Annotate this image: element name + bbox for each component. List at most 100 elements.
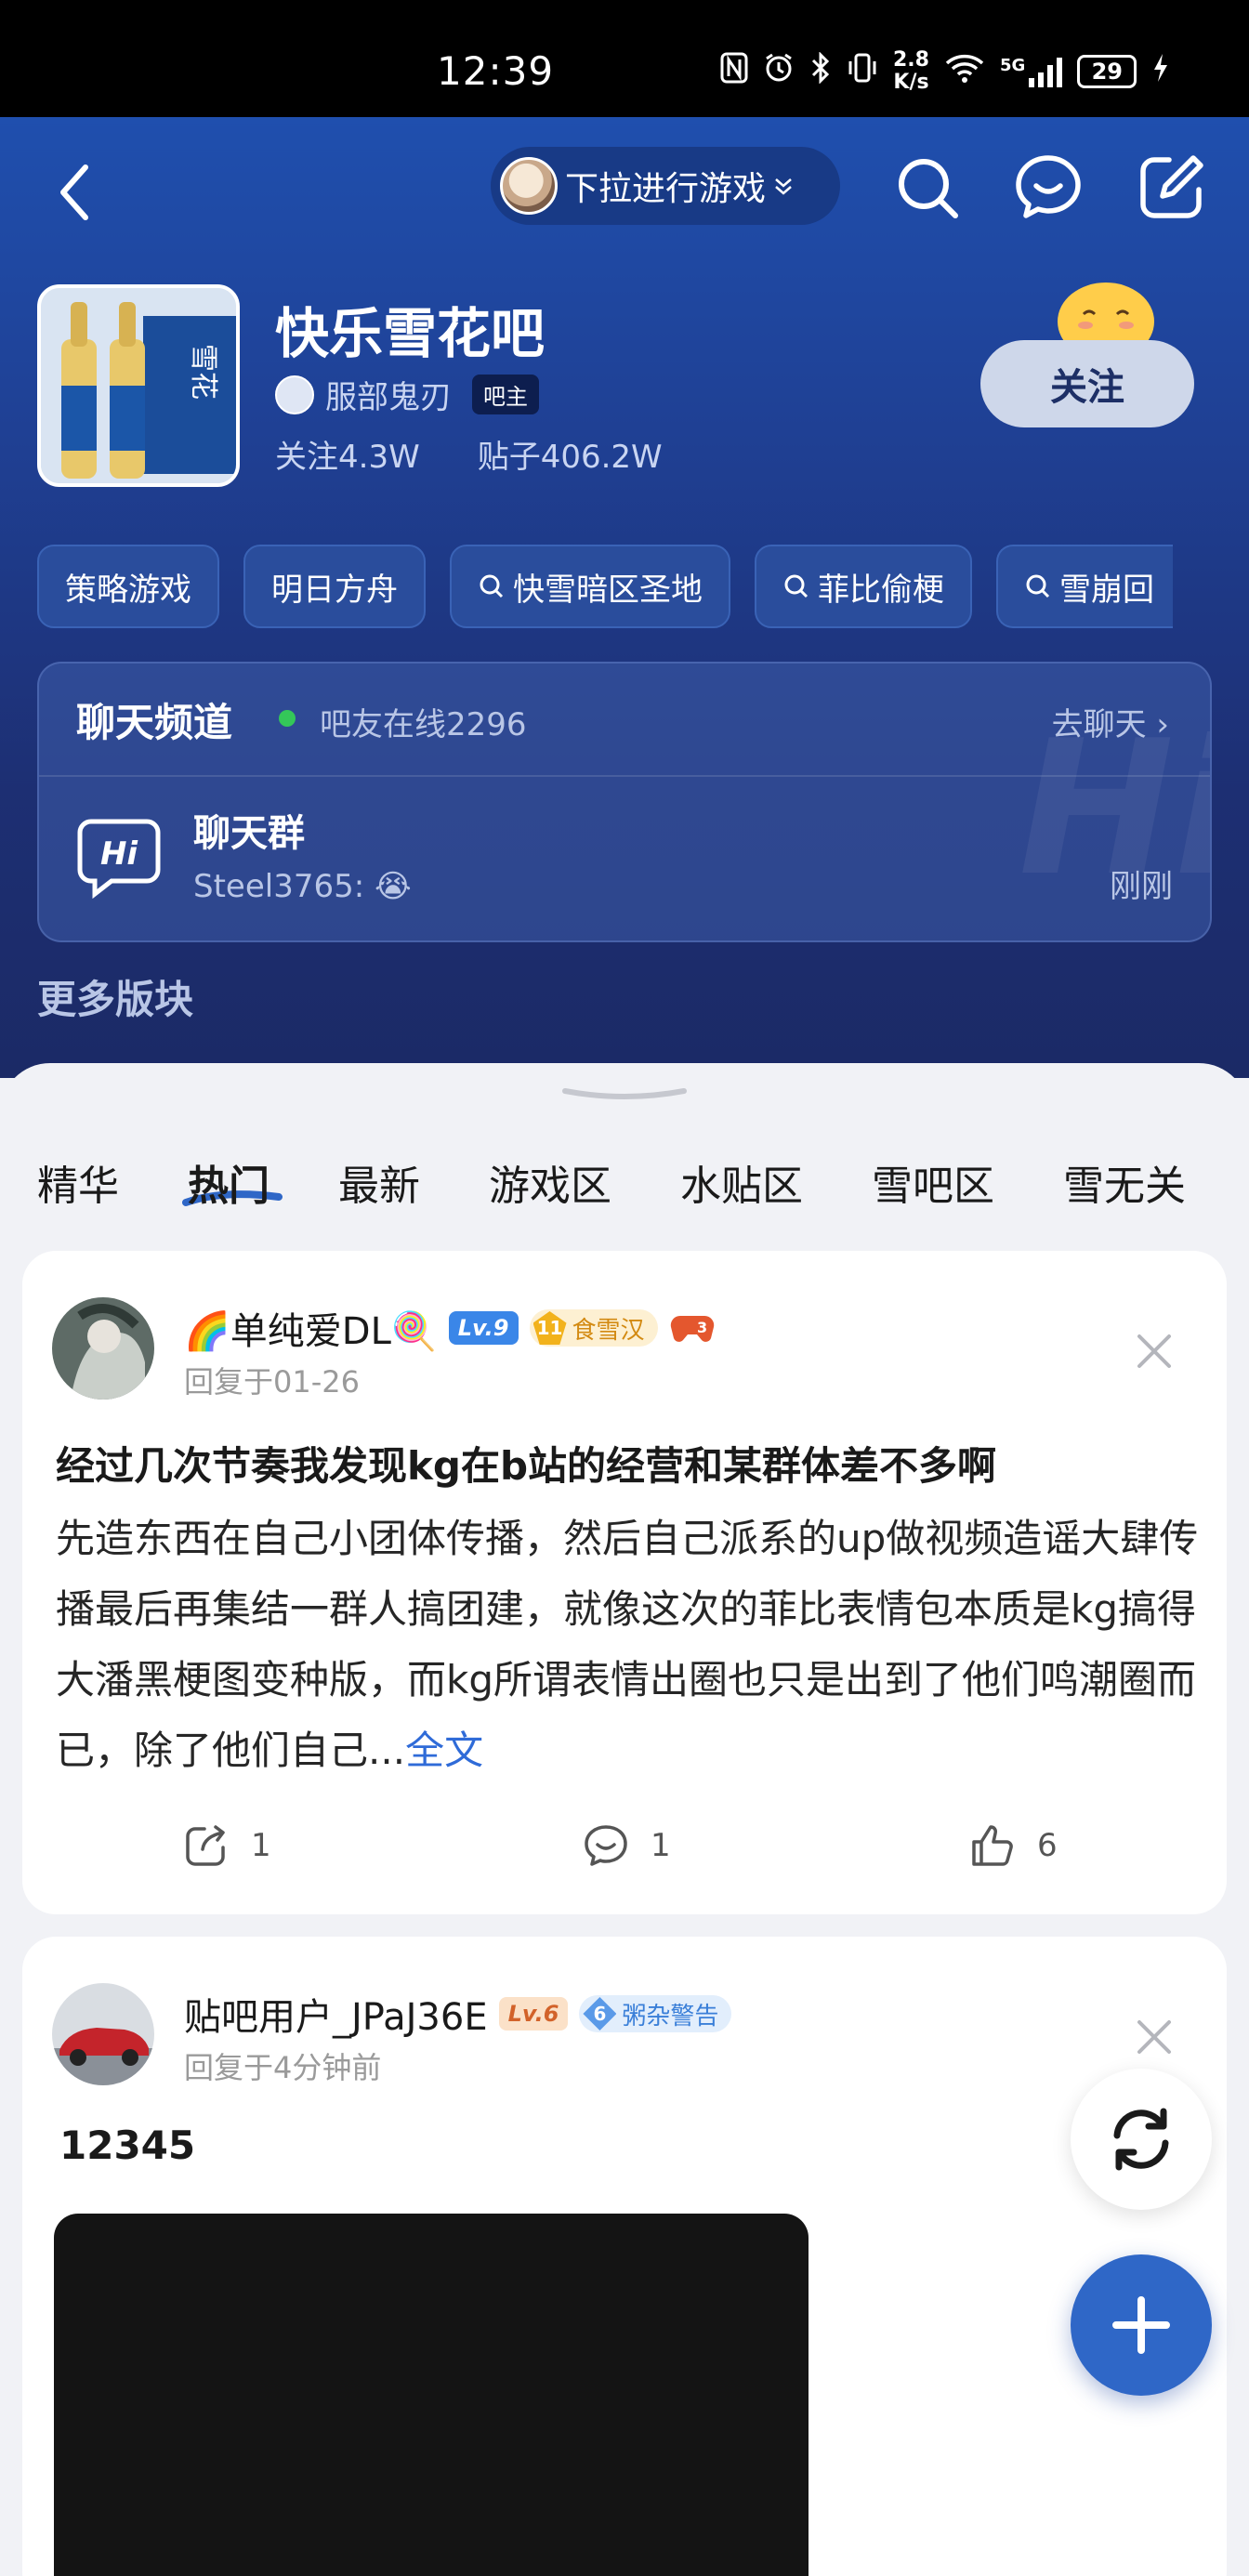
chevron-down-icon: [775, 178, 792, 195]
reply-time: 回复于4分钟前: [184, 2050, 382, 2085]
chat-group-name: 聊天群: [193, 812, 305, 855]
chat-group-icon: Hi: [77, 819, 161, 900]
follow-button[interactable]: 关注: [980, 340, 1194, 427]
search-icon: [784, 574, 809, 598]
share-icon: [186, 1825, 225, 1866]
tag-search-3[interactable]: 雪崩回: [996, 545, 1173, 628]
plus-icon: [1112, 2296, 1170, 2354]
search-icon: [899, 159, 958, 218]
net-speed-value: 2.8: [893, 48, 929, 72]
post-title[interactable]: 12345: [59, 2123, 195, 2168]
tag-label: 策略游戏: [65, 571, 191, 609]
refresh-button[interactable]: [1071, 2069, 1212, 2210]
chat-bubble-icon: [1016, 155, 1081, 218]
divider: [39, 775, 1210, 777]
chat-channel-title: 聊天频道: [76, 700, 233, 745]
search-button[interactable]: [892, 152, 963, 223]
avatar[interactable]: [52, 1297, 154, 1400]
new-post-button[interactable]: [1071, 2254, 1212, 2396]
chat-time: 刚刚: [1110, 868, 1173, 905]
forum-logo: 雪花: [37, 284, 240, 487]
share-count: 1: [251, 1827, 271, 1864]
chevron-left-icon: [60, 164, 88, 220]
drag-handle[interactable]: [561, 1087, 688, 1100]
compose-button[interactable]: [1136, 152, 1206, 223]
gamepad-icon: 3: [670, 1315, 714, 1342]
refresh-icon: [1113, 2108, 1169, 2171]
go-chat-link[interactable]: 去聊天 ›: [1052, 699, 1169, 744]
level-badge: Lv.6: [498, 1997, 569, 2031]
vibrate-icon: [847, 52, 878, 92]
edit-icon: [1140, 155, 1203, 218]
username[interactable]: 🌈单纯爱DL🍭: [184, 1301, 438, 1355]
close-icon[interactable]: [1134, 2017, 1175, 2057]
tab-game-zone[interactable]: 游戏区: [489, 1152, 611, 1212]
tab-snow-zone[interactable]: 雪吧区: [872, 1152, 994, 1212]
tab-hot[interactable]: 热门: [182, 1152, 283, 1212]
tab-unrelated[interactable]: 雪无关: [1063, 1152, 1186, 1212]
online-count: 吧友在线2296: [320, 706, 527, 743]
user-avatar-image: [52, 1983, 154, 2085]
post-video-thumbnail[interactable]: [54, 2214, 809, 2576]
post-author-row: 🌈单纯爱DL🍭 Lv.9 11 食雪汉 3: [184, 1301, 716, 1355]
owner-badge: 吧主: [472, 375, 539, 414]
battery-indicator: 29: [1077, 55, 1137, 88]
owner-avatar: [275, 375, 314, 414]
like-button[interactable]: 6: [968, 1821, 1058, 1870]
pull-to-play-game-pill[interactable]: 下拉进行游戏: [491, 147, 840, 225]
chat-channel-card[interactable]: Hi 聊天频道 吧友在线2296 去聊天 › Hi 聊天群 Steel3765:…: [37, 662, 1212, 942]
tag-search-1[interactable]: 快雪暗区圣地: [450, 545, 730, 628]
close-icon[interactable]: [1134, 1331, 1175, 1372]
game-pill-label: 下拉进行游戏: [565, 170, 767, 208]
forum-owner[interactable]: 服部鬼刃 吧主: [275, 372, 539, 417]
tag-search-2[interactable]: 菲比偷梗: [755, 545, 972, 628]
search-icon: [480, 574, 504, 598]
followers-count: 关注4.3W: [275, 439, 420, 476]
back-button[interactable]: [54, 160, 99, 225]
forum-title: 快乐雪花吧: [275, 302, 546, 365]
share-button[interactable]: 1: [182, 1821, 271, 1870]
clock: 12:39: [437, 48, 555, 94]
tag-label: 明日方舟: [271, 571, 398, 609]
post-body[interactable]: 先造东西在自己小团体传播，然后自己派系的up做视频造谣大肆传播最后再集结一群人搞…: [56, 1504, 1199, 1786]
honor-number: 6: [583, 1997, 617, 2031]
net-speed-unit: K/s: [893, 71, 929, 94]
post-card[interactable]: 贴吧用户_JPaJ36E Lv.6 6 粥杂警告 回复于4分钟前 12345: [22, 1937, 1227, 2576]
forum-header: 下拉进行游戏 雪花 快乐雪花吧 服部鬼刃 吧主 关注4.3W 贴子406.2W …: [0, 117, 1249, 1078]
status-bar: 12:39 2.8 K/s 5G 29: [0, 0, 1249, 117]
beer-bottles-image: 雪花: [41, 288, 236, 483]
post-title[interactable]: 经过几次节奏我发现kg在b站的经营和某群体差不多啊: [56, 1435, 996, 1492]
tag-strategy-games[interactable]: 策略游戏: [37, 545, 219, 628]
honor-name: 粥杂警告: [622, 2002, 719, 2031]
online-dot: [279, 710, 296, 727]
chat-last-message: Steel3765: 😭: [193, 868, 412, 905]
tab-latest[interactable]: 最新: [338, 1152, 420, 1212]
like-count: 6: [1037, 1827, 1058, 1864]
username[interactable]: 贴吧用户_JPaJ36E: [184, 1987, 488, 2041]
comment-button[interactable]: 1: [582, 1821, 671, 1870]
reply-time: 回复于01-26: [184, 1364, 360, 1400]
tab-featured[interactable]: 精华: [37, 1152, 119, 1212]
post-card[interactable]: 🌈单纯爱DL🍭 Lv.9 11 食雪汉 3 回复于01-26 经过几次节奏我发现…: [22, 1251, 1227, 1914]
tab-water-zone[interactable]: 水贴区: [680, 1152, 803, 1212]
post-actions: 1 1 6: [22, 1821, 1227, 1877]
honor-badge: 6 粥杂警告: [579, 1995, 732, 2032]
level-badge: Lv.9: [448, 1311, 519, 1345]
read-full-link[interactable]: 全文: [405, 1728, 483, 1773]
net-speed: 2.8 K/s: [893, 49, 929, 94]
feed-tabs: 精华 热门 最新 游戏区 水贴区 雪吧区 雪无关: [37, 1152, 1249, 1212]
forum-stats: 关注4.3W 贴子406.2W: [275, 431, 663, 477]
honor-name: 食雪汉: [572, 1316, 645, 1345]
comment-count: 1: [651, 1827, 671, 1864]
more-sections-heading: 更多版块: [37, 977, 194, 1022]
bluetooth-icon: [809, 50, 832, 92]
tag-arknights[interactable]: 明日方舟: [243, 545, 426, 628]
tab-label: 热门: [188, 1163, 270, 1210]
svg-text:雪花: 雪花: [187, 344, 219, 400]
status-icons: 2.8 K/s 5G 29: [720, 48, 1170, 95]
svg-text:Hi: Hi: [100, 835, 138, 873]
user-avatar-image: [52, 1297, 154, 1400]
message-button[interactable]: [1013, 152, 1084, 223]
nfc-icon: [720, 52, 748, 92]
avatar[interactable]: [52, 1983, 154, 2085]
